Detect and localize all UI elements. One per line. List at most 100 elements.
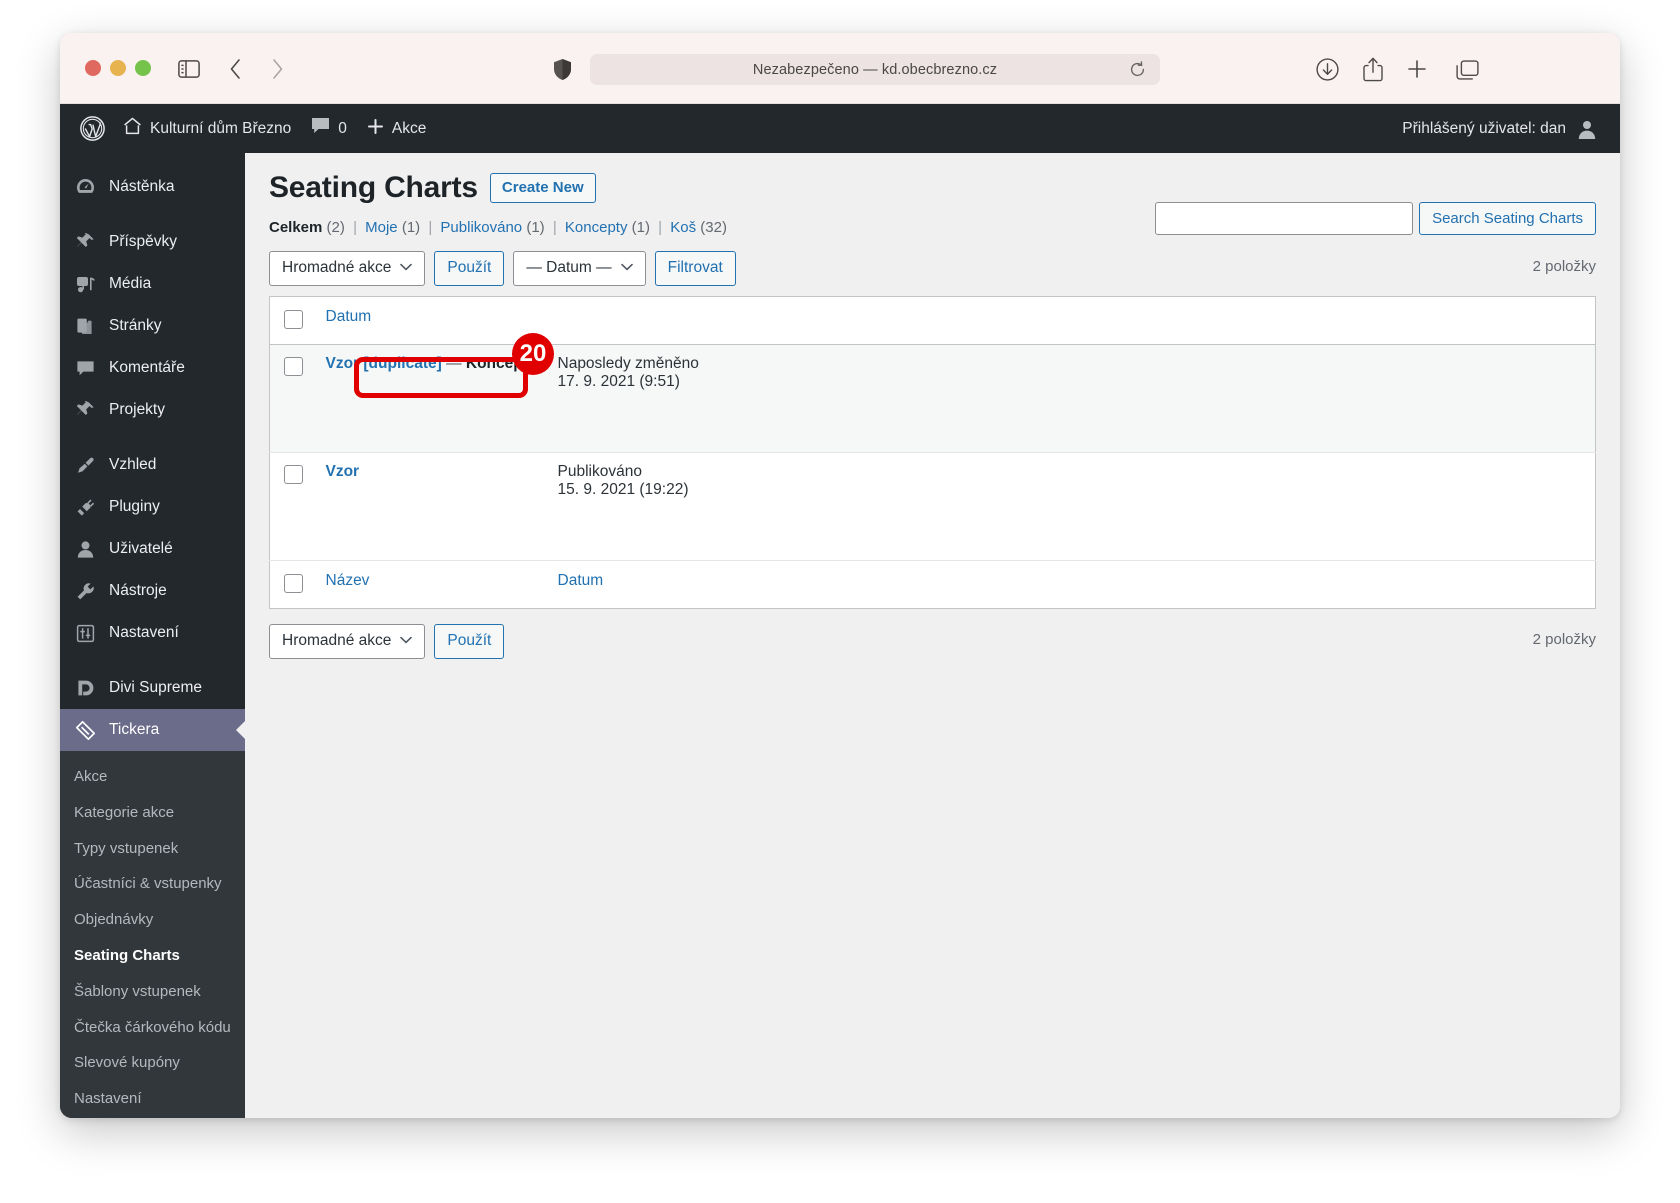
admin-bar-comments[interactable]: 0 <box>301 104 357 153</box>
column-header-title[interactable]: Datum <box>316 297 548 345</box>
admin-bar-site-name[interactable]: Kulturní dům Březno <box>113 104 301 153</box>
sidebar-item-uzivatele[interactable]: Uživatelé <box>60 528 245 570</box>
row-checkbox[interactable] <box>284 465 303 484</box>
sidebar-item-vzhled[interactable]: Vzhled <box>60 444 245 486</box>
filter-link-kos[interactable]: Koš <box>670 219 696 236</box>
pages-icon <box>74 315 96 337</box>
share-icon[interactable] <box>1361 55 1385 83</box>
admin-bar-new-content[interactable]: Akce <box>357 104 436 153</box>
apply-button-bottom[interactable]: Použít <box>434 623 505 659</box>
submenu-item-sablony-vstupenek[interactable]: Šablony vstupenek <box>60 974 245 1010</box>
row-title-link[interactable]: Vzor <box>326 463 360 480</box>
paintbrush-icon <box>74 454 96 476</box>
submenu-label: Objednávky <box>74 911 154 929</box>
bulk-actions-select-top[interactable]: Hromadné akce <box>269 250 426 286</box>
submenu-item-objednavky[interactable]: Objednávky <box>60 902 245 938</box>
table-footer-row: Název Datum <box>269 560 1596 609</box>
sidebar-item-tickera[interactable]: Tickera <box>60 709 245 751</box>
browser-window: Nezabezpečeno — kd.obecbrezno.cz Kulturn… <box>60 33 1620 1118</box>
sidebar-submenu-tickera: Akce Kategorie akce Typy vstupenek Účast… <box>60 751 245 1118</box>
admin-sidebar: Nástěnka Příspěvky Média Stránky Komentá… <box>60 153 245 1118</box>
table-header-row: Datum <box>269 297 1596 345</box>
sidebar-item-komentare[interactable]: Komentáře <box>60 347 245 389</box>
row-date-cell: Naposledy změněno 17. 9. 2021 (9:51) <box>548 345 1596 453</box>
sidebar-divider <box>60 654 245 667</box>
new-tab-plus-icon[interactable] <box>1404 56 1430 82</box>
submenu-item-seating-charts[interactable]: Seating Charts <box>60 938 245 974</box>
sidebar-item-label: Příspěvky <box>109 233 178 251</box>
row-title-link[interactable]: Vzor [duplicate] <box>326 355 442 372</box>
search-input[interactable] <box>1155 202 1414 235</box>
sidebar-toggle-icon[interactable] <box>175 57 203 81</box>
filter-link-celkem[interactable]: Celkem <box>269 219 322 236</box>
sidebar-item-prispevky[interactable]: Příspěvky <box>60 221 245 263</box>
row-title-cell: Vzor <box>316 453 548 561</box>
address-bar-text: Nezabezpečeno — kd.obecbrezno.cz <box>752 61 998 78</box>
wrench-icon <box>74 580 96 602</box>
admin-content: Seating Charts Create New Celkem (2) | M… <box>245 153 1620 1118</box>
submenu-item-nastaveni[interactable]: Nastavení <box>60 1081 245 1117</box>
date-filter-select[interactable]: — Datum — <box>513 250 646 286</box>
download-icon[interactable] <box>1314 56 1340 82</box>
submenu-item-slevove-kupony[interactable]: Slevové kupóny <box>60 1045 245 1081</box>
apply-button-top[interactable]: Použít <box>434 250 505 286</box>
wordpress-logo-icon[interactable] <box>60 104 113 153</box>
zoom-window-button[interactable] <box>135 60 151 76</box>
sidebar-item-pluginy[interactable]: Pluginy <box>60 486 245 528</box>
column-footer-title[interactable]: Název <box>316 561 548 609</box>
column-footer-date[interactable]: Datum <box>548 561 1596 609</box>
shield-icon[interactable] <box>549 56 575 82</box>
select-all-checkbox[interactable] <box>284 310 303 329</box>
submenu-label: Šablony vstupenek <box>74 982 201 1000</box>
filter-link-moje[interactable]: Moje <box>365 219 398 236</box>
select-all-checkbox-footer[interactable] <box>284 574 303 593</box>
submenu-label: Čtečka čárkového kódu <box>74 1018 231 1036</box>
filter-link-publikovano[interactable]: Publikováno <box>440 219 522 236</box>
filter-count-moje: (1) <box>401 219 421 236</box>
submenu-item-akce[interactable]: Akce <box>60 759 245 795</box>
filter-link-koncepty[interactable]: Koncepty <box>565 219 628 236</box>
chevron-down-icon <box>400 635 413 647</box>
filter-separator: | <box>353 219 357 236</box>
chevron-down-icon <box>620 262 633 274</box>
sidebar-item-label: Tickera <box>109 721 160 739</box>
address-bar[interactable]: Nezabezpečeno — kd.obecbrezno.cz <box>590 54 1160 85</box>
search-submit-button[interactable]: Search Seating Charts <box>1419 202 1596 235</box>
create-new-button[interactable]: Create New <box>489 173 596 203</box>
sidebar-item-nastenka[interactable]: Nástěnka <box>60 166 245 208</box>
wp-admin-bar: Kulturní dům Březno 0 Akce Přihlášený už… <box>60 104 1620 153</box>
reload-icon[interactable] <box>1129 61 1146 78</box>
admin-body: Nástěnka Příspěvky Média Stránky Komentá… <box>60 153 1620 1118</box>
sidebar-item-divi-supreme[interactable]: Divi Supreme <box>60 667 245 709</box>
admin-bar-account[interactable]: Přihlášený uživatel: dan <box>1402 104 1598 153</box>
row-title-dash: — <box>446 355 462 372</box>
chevron-left-icon[interactable] <box>223 56 247 82</box>
filter-count-celkem: (2) <box>326 219 345 236</box>
sidebar-item-projekty[interactable]: Projekty <box>60 389 245 431</box>
sidebar-item-label: Pluginy <box>109 498 160 516</box>
submenu-item-ctecka-carkoveho-kodu[interactable]: Čtečka čárkového kódu <box>60 1010 245 1046</box>
sidebar-item-media[interactable]: Média <box>60 263 245 305</box>
submenu-item-kategorie-akce[interactable]: Kategorie akce <box>60 795 245 831</box>
filter-count-publikovano: (1) <box>526 219 545 236</box>
sidebar-item-stranky[interactable]: Stránky <box>60 305 245 347</box>
comment-bubble-icon <box>311 117 330 140</box>
close-window-button[interactable] <box>85 60 101 76</box>
bulk-actions-select-bottom[interactable]: Hromadné akce <box>269 623 426 659</box>
filter-separator: | <box>552 219 557 236</box>
filter-button[interactable]: Filtrovat <box>654 250 736 286</box>
tab-overview-icon[interactable] <box>1454 57 1480 83</box>
pin-icon <box>74 399 96 421</box>
row-checkbox[interactable] <box>284 357 303 376</box>
chevron-right-icon[interactable] <box>265 56 289 82</box>
sidebar-item-nastaveni[interactable]: Nastavení <box>60 612 245 654</box>
divi-icon <box>74 677 96 699</box>
sidebar-item-nastroje[interactable]: Nástroje <box>60 570 245 612</box>
minimize-window-button[interactable] <box>110 60 126 76</box>
table-row: Vzor Publikováno 15. 9. 2021 (19:22) <box>269 453 1596 561</box>
column-header-date-empty <box>548 297 1596 345</box>
filter-count-kos: (32) <box>700 219 727 236</box>
submenu-item-typy-vstupenek[interactable]: Typy vstupenek <box>60 831 245 867</box>
submenu-item-ucastnici-vstupenky[interactable]: Účastníci & vstupenky <box>60 866 245 902</box>
user-icon <box>74 538 96 560</box>
